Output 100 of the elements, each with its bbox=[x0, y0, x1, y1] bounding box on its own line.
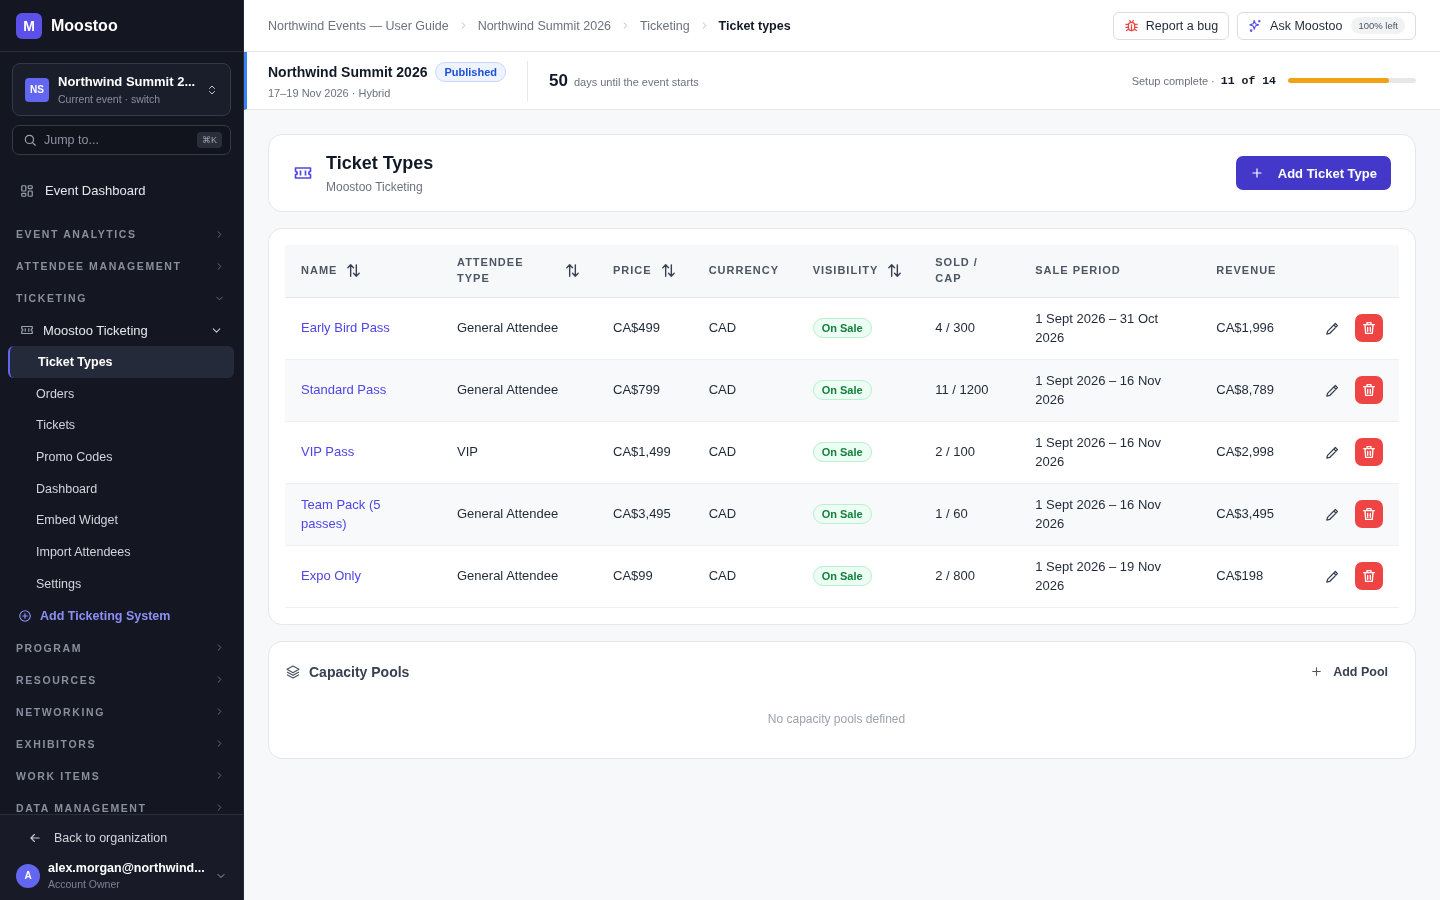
back-link[interactable]: Back to organization bbox=[0, 823, 243, 853]
breadcrumb-link[interactable]: Ticketing bbox=[640, 18, 690, 33]
status-badge: On Sale bbox=[812, 442, 872, 463]
table-cell: CA$99 bbox=[597, 545, 693, 607]
section-label: NETWORKING bbox=[16, 705, 105, 718]
table-cell: CA$198 bbox=[1200, 545, 1301, 607]
arrow-left-icon bbox=[28, 831, 42, 845]
table-cell: CAD bbox=[692, 359, 797, 421]
section-header[interactable]: EXHIBITORS bbox=[0, 727, 243, 760]
report-bug-button[interactable]: Report a bug bbox=[1112, 11, 1230, 40]
trash-icon bbox=[1361, 568, 1377, 584]
section-header[interactable]: WORK ITEMS bbox=[0, 759, 243, 792]
column-header[interactable]: ATTENDEE TYPE bbox=[441, 245, 597, 297]
column-header[interactable]: PRICE bbox=[597, 245, 693, 297]
section-header[interactable]: RESOURCES bbox=[0, 663, 243, 696]
section-label: TICKETING bbox=[16, 292, 87, 304]
user-role: Account Owner bbox=[48, 878, 121, 890]
sort-icon bbox=[564, 262, 581, 280]
logo: M bbox=[16, 12, 42, 39]
setup-label: Setup complete · bbox=[1131, 74, 1215, 87]
breadcrumb-link[interactable]: Northwind Summit 2026 bbox=[477, 18, 612, 33]
section-header[interactable]: EVENT ANALYTICS bbox=[0, 218, 243, 250]
nav-item[interactable]: Orders bbox=[0, 377, 235, 410]
nav-item[interactable]: Embed Widget bbox=[0, 504, 235, 537]
nav-item[interactable]: Ticket Types bbox=[8, 346, 234, 378]
setup-count: 11 of 14 bbox=[1220, 74, 1276, 87]
ask-assistant-button[interactable]: Ask Moostoo 100% left bbox=[1237, 11, 1416, 40]
plus-circle-icon bbox=[18, 608, 32, 623]
search-icon bbox=[23, 133, 37, 147]
section-label: DATA MANAGEMENT bbox=[16, 801, 147, 814]
trash-icon bbox=[1361, 320, 1377, 336]
table-cell: 2 / 800 bbox=[919, 545, 1020, 607]
days-count: 50 bbox=[549, 70, 568, 91]
table-cell: 1 Sept 2026 – 31 Oct 2026 bbox=[1019, 297, 1201, 359]
add-ticket-type-button[interactable]: Add Ticket Type bbox=[1235, 156, 1391, 190]
trash-icon bbox=[1361, 506, 1377, 522]
nav-item[interactable]: Tickets bbox=[0, 409, 235, 442]
section-title: Capacity Pools bbox=[309, 663, 411, 680]
delete-button[interactable] bbox=[1355, 500, 1383, 528]
nav-group[interactable]: Moostoo Ticketing bbox=[0, 314, 243, 346]
nav-item[interactable]: Import Attendees bbox=[0, 536, 235, 568]
section-header[interactable]: PROGRAM bbox=[0, 631, 243, 664]
event-name: Northwind Summit 2... bbox=[58, 74, 197, 89]
ticket-name-link[interactable]: Standard Pass bbox=[301, 380, 425, 400]
section-header[interactable]: DATA MANAGEMENT bbox=[0, 791, 243, 814]
search-field[interactable]: Jump to... bbox=[44, 133, 190, 147]
ticket-name-link[interactable]: VIP Pass bbox=[301, 442, 425, 462]
bug-icon bbox=[1123, 18, 1139, 33]
user-menu[interactable]: A alex.morgan@northwind... Account Owner bbox=[0, 853, 243, 890]
status-badge: On Sale bbox=[812, 380, 872, 401]
column-header[interactable]: NAME bbox=[285, 245, 441, 297]
table-cell: General Attendee bbox=[441, 297, 597, 359]
search-box[interactable]: Jump to... ⌘K bbox=[12, 125, 231, 155]
user-avatar: A bbox=[16, 863, 40, 888]
empty-message: No capacity pools defined bbox=[766, 710, 907, 728]
section-label: EXHIBITORS bbox=[16, 737, 96, 750]
table-cell: CAD bbox=[692, 421, 797, 483]
table-cell: CA$3,495 bbox=[1200, 483, 1301, 545]
delete-button[interactable] bbox=[1355, 562, 1383, 590]
section-header[interactable]: TICKETING bbox=[0, 282, 243, 314]
event-switcher[interactable]: NS Northwind Summit 2... Current event · switch bbox=[12, 63, 231, 116]
nav-item[interactable]: Settings bbox=[0, 567, 235, 600]
table-cell: General Attendee bbox=[441, 545, 597, 607]
nav-item[interactable]: Promo Codes bbox=[0, 441, 235, 473]
trash-icon bbox=[1361, 382, 1377, 398]
event-subtitle: Current event · switch bbox=[58, 93, 162, 105]
section-label: PROGRAM bbox=[16, 641, 83, 654]
add-pool-button[interactable]: Add Pool bbox=[1310, 664, 1388, 679]
ticket-name-link[interactable]: Expo Only bbox=[301, 566, 425, 586]
button-label: Ask Moostoo bbox=[1270, 18, 1343, 33]
table-cell: CAD bbox=[692, 297, 797, 359]
table-cell: 1 Sept 2026 – 16 Nov 2026 bbox=[1019, 483, 1201, 545]
sort-icon bbox=[659, 262, 677, 280]
sort-icon bbox=[886, 262, 904, 280]
ticket-name-link[interactable]: Early Bird Pass bbox=[301, 318, 425, 338]
delete-button[interactable] bbox=[1355, 438, 1383, 466]
page-title: Ticket Types bbox=[326, 152, 435, 174]
sort-icon bbox=[345, 262, 363, 280]
nav-item[interactable]: Event Dashboard bbox=[0, 175, 243, 206]
table-cell: CA$2,998 bbox=[1200, 421, 1301, 483]
shortcut-key: ⌘K bbox=[197, 132, 222, 148]
section-header[interactable]: NETWORKING bbox=[0, 695, 243, 728]
breadcrumb-link[interactable]: Ticket types bbox=[718, 18, 791, 33]
table-cell: General Attendee bbox=[441, 483, 597, 545]
status-badge: On Sale bbox=[812, 504, 872, 525]
nav-item[interactable]: Dashboard bbox=[0, 472, 235, 505]
page-subtitle: Moostoo Ticketing bbox=[326, 179, 424, 194]
event-dates: 17–19 Nov 2026 · Hybrid bbox=[268, 87, 392, 99]
section-label: WORK ITEMS bbox=[16, 769, 101, 782]
group-label: Moostoo Ticketing bbox=[43, 322, 149, 338]
table-cell: 1 Sept 2026 – 16 Nov 2026 bbox=[1019, 359, 1201, 421]
add-link[interactable]: Add Ticketing System bbox=[0, 599, 243, 632]
section-header[interactable]: ATTENDEE MANAGEMENT bbox=[0, 250, 243, 282]
ticket-name-link[interactable]: Team Pack (5 passes) bbox=[301, 494, 425, 534]
event-avatar: NS bbox=[25, 77, 49, 102]
delete-button[interactable] bbox=[1355, 314, 1383, 342]
breadcrumb-link[interactable]: Northwind Events — User Guide bbox=[268, 18, 449, 33]
table-cell: CA$3,495 bbox=[597, 483, 693, 545]
delete-button[interactable] bbox=[1355, 376, 1383, 404]
column-header[interactable]: VISIBILITY bbox=[796, 245, 920, 297]
